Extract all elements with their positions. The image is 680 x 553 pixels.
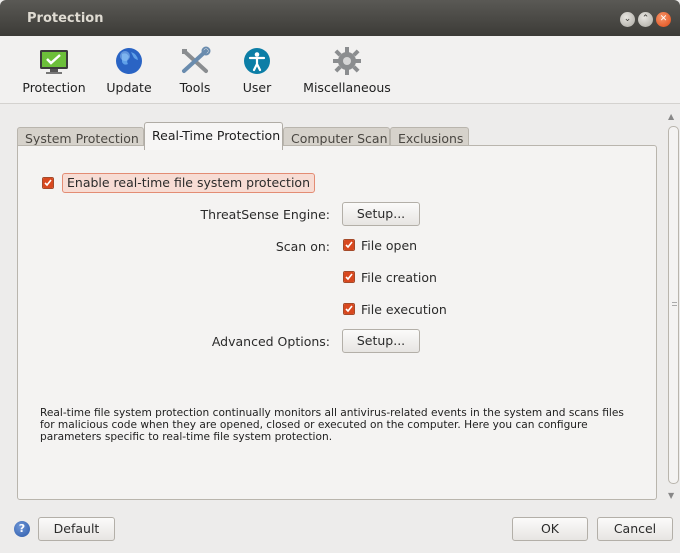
scroll-up-icon[interactable]: ▲ [668, 112, 674, 121]
help-icon[interactable]: ? [14, 521, 30, 537]
toolbar-label: Update [106, 80, 152, 95]
vertical-scrollbar[interactable]: ▲ ▼ [666, 108, 680, 505]
check-icon [345, 305, 353, 313]
file-execution-label[interactable]: File execution [361, 302, 447, 317]
toolbar: Protection Update Tools User Miscellaneo… [0, 36, 680, 104]
minimize-button[interactable]: ⌄ [620, 12, 635, 27]
scroll-grip-icon [672, 302, 677, 306]
bottom-bar: ? Default OK Cancel [0, 505, 680, 553]
cancel-button[interactable]: Cancel [597, 517, 673, 541]
gear-icon [333, 47, 361, 75]
maximize-icon: ⌃ [641, 14, 650, 24]
close-button[interactable]: ✕ [656, 12, 671, 27]
file-creation-checkbox[interactable] [343, 271, 355, 283]
user-accessibility-icon [244, 48, 270, 74]
toolbar-item-miscellaneous[interactable]: Miscellaneous [300, 46, 394, 95]
threatsense-setup-button[interactable]: Setup... [342, 202, 420, 226]
window-title: Protection [27, 11, 104, 26]
tools-icon [182, 46, 211, 73]
enable-realtime-checkbox[interactable] [42, 177, 54, 189]
advanced-options-label: Advanced Options: [211, 334, 330, 349]
main-panel: System Protection Real-Time Protection C… [0, 105, 666, 505]
title-bar: Protection ⌄ ⌃ ✕ [0, 0, 680, 36]
scan-on-label: Scan on: [275, 239, 330, 254]
monitor-check-icon [40, 50, 68, 74]
description-text: Real-time file system protection continu… [40, 407, 624, 443]
toolbar-item-protection[interactable]: Protection [21, 46, 87, 95]
advanced-setup-button[interactable]: Setup... [342, 329, 420, 353]
file-open-label[interactable]: File open [361, 238, 417, 253]
check-icon [345, 273, 353, 281]
globe-icon [116, 48, 142, 74]
check-icon [345, 241, 353, 249]
threatsense-label: ThreatSense Engine: [200, 207, 330, 222]
scroll-thumb[interactable] [668, 126, 679, 484]
toolbar-item-update[interactable]: Update [103, 46, 155, 95]
tab-label: Computer Scan [291, 131, 388, 146]
file-creation-label[interactable]: File creation [361, 270, 437, 285]
check-icon [44, 179, 52, 187]
file-execution-checkbox[interactable] [343, 303, 355, 315]
maximize-button[interactable]: ⌃ [638, 12, 653, 27]
ok-button[interactable]: OK [512, 517, 588, 541]
tab-label: System Protection [25, 131, 139, 146]
minimize-icon: ⌄ [623, 14, 632, 24]
toolbar-label: Protection [22, 80, 86, 95]
tab-label: Real-Time Protection [152, 128, 281, 143]
scroll-down-icon[interactable]: ▼ [668, 491, 674, 500]
toolbar-label: Tools [179, 80, 211, 95]
toolbar-label: Miscellaneous [303, 80, 391, 95]
file-open-checkbox[interactable] [343, 239, 355, 251]
tab-real-time-protection[interactable]: Real-Time Protection [144, 122, 283, 150]
enable-realtime-label[interactable]: Enable real-time file system protection [62, 173, 315, 193]
toolbar-item-user[interactable]: User [241, 46, 273, 95]
default-button[interactable]: Default [38, 517, 115, 541]
tab-label: Exclusions [398, 131, 464, 146]
toolbar-item-tools[interactable]: Tools [175, 46, 215, 95]
close-icon: ✕ [659, 14, 668, 24]
tab-content: Enable real-time file system protection … [17, 145, 657, 500]
toolbar-label: User [242, 80, 272, 95]
